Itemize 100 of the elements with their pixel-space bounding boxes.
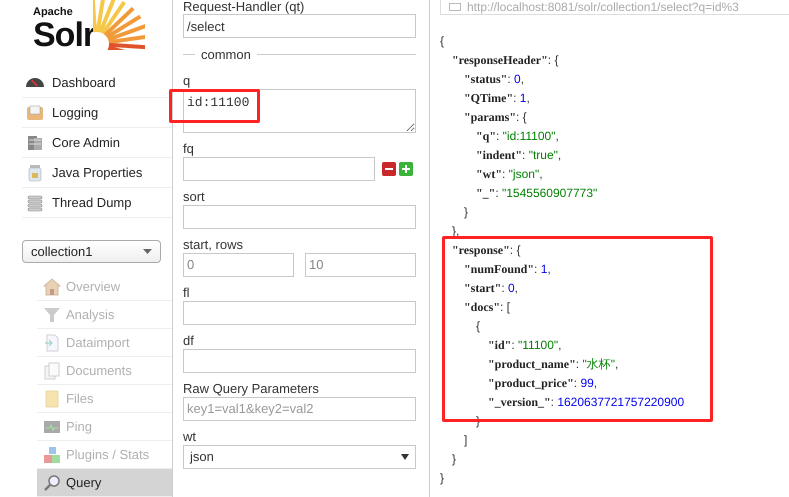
json-key: "_" (476, 184, 496, 202)
sunburst-logo-icon (93, 0, 146, 50)
search-icon (43, 474, 61, 492)
json-comma: , (526, 90, 530, 106)
json-key: "status" (464, 70, 508, 88)
nav-item[interactable]: Java Properties (22, 158, 172, 188)
json-colon: : (507, 70, 512, 88)
json-colon: : (500, 298, 504, 316)
number-input[interactable]: 10 (305, 252, 416, 276)
json-comma: , (558, 336, 562, 354)
json-bracket: ] (464, 432, 468, 448)
json-colon: : (495, 184, 500, 202)
json-bracket: { (516, 242, 520, 258)
json-colon: : (574, 374, 578, 392)
json-colon: : (516, 108, 520, 126)
json-value: "true" (528, 146, 558, 164)
add-icon[interactable] (399, 162, 413, 176)
document-arrow-icon (43, 334, 61, 352)
core-menu-item[interactable]: Query (37, 469, 172, 497)
json-bracket: { (522, 108, 527, 126)
json-key: "numFound" (464, 260, 534, 278)
text-input[interactable] (183, 204, 416, 228)
field-label: fq (183, 140, 195, 156)
json-value: "11100" (518, 336, 558, 354)
json-value: "1545560907773" (502, 184, 598, 202)
gauge-icon (26, 78, 44, 88)
json-value: 0 (508, 280, 515, 296)
field-label: wt (183, 428, 197, 444)
json-bracket: { (554, 52, 558, 68)
query-textarea[interactable]: id:11100 (183, 88, 416, 132)
json-value: 1 (540, 260, 548, 278)
json-comma: , (594, 374, 598, 392)
page-icon (449, 3, 461, 11)
text-input[interactable]: key1=val1&key2=val2 (183, 396, 416, 420)
number-input[interactable]: 0 (183, 252, 294, 276)
json-key: "indent" (476, 146, 522, 164)
json-key: "wt" (476, 164, 502, 182)
nav-item[interactable]: Dashboard (22, 68, 172, 98)
documents-icon (43, 362, 61, 380)
folder-icon (43, 390, 61, 408)
field-label: Request-Handler (qt) (183, 0, 306, 14)
json-value: "id:11100" (502, 128, 556, 144)
handler-input[interactable]: /select (183, 14, 416, 38)
stack-icon (26, 194, 44, 212)
field-label: fl (183, 284, 190, 300)
json-bracket: { (476, 318, 480, 334)
text-input[interactable] (183, 348, 416, 372)
text-input[interactable] (183, 300, 416, 324)
field-label: sort (183, 188, 206, 204)
json-bracket: } (452, 450, 456, 468)
format-select[interactable]: json (183, 444, 416, 468)
field-label: Raw Query Parameters (183, 380, 320, 396)
json-bracket: [ (506, 298, 510, 316)
json-colon: : (534, 260, 538, 278)
field-label: start, rows (183, 236, 244, 252)
nav-item[interactable]: Core Admin (22, 128, 172, 158)
json-value: 1 (520, 90, 526, 106)
funnel-icon (43, 306, 61, 324)
json-key: "_version_" (488, 392, 551, 410)
json-colon: : (522, 146, 526, 164)
blocks-icon (43, 446, 61, 464)
json-key: "docs" (464, 298, 500, 316)
field-label: q (183, 72, 192, 88)
remove-icon[interactable] (382, 162, 396, 176)
json-bracket: { (440, 32, 444, 50)
json-colon: : (548, 52, 552, 68)
json-colon: : (510, 242, 514, 258)
json-key: "params" (464, 108, 516, 126)
server-stack-icon (26, 134, 44, 152)
json-colon: : (511, 336, 516, 354)
json-key: "responseHeader" (452, 50, 548, 68)
json-bracket: } (440, 470, 444, 486)
json-colon: : (496, 128, 500, 144)
json-key: "q" (476, 126, 496, 144)
field-label: df (183, 332, 195, 348)
json-value: "json" (508, 166, 540, 182)
json-colon: : (501, 280, 506, 296)
json-colon: : (513, 90, 518, 106)
json-comma: , (514, 280, 518, 296)
json-key: "QTime" (464, 88, 514, 106)
json-key: "product_price" (488, 374, 574, 392)
core-selector[interactable]: collection1 (22, 240, 161, 263)
json-key: "product_name" (488, 354, 576, 372)
json-value: 99 (580, 374, 594, 392)
json-colon: : (502, 166, 506, 182)
filter-input[interactable] (183, 156, 375, 180)
section-legend: common (201, 45, 251, 64)
logo-subtitle: Apache (33, 6, 74, 18)
dropdown-arrow-icon (401, 454, 409, 460)
json-value: 1620637721757220900 (557, 394, 684, 410)
json-value: 0 (514, 70, 521, 88)
nav-item[interactable]: Logging (22, 98, 172, 128)
json-value: "水杯" (582, 356, 615, 372)
json-comma: , (614, 356, 618, 372)
nav-item[interactable]: Thread Dump (22, 188, 172, 218)
json-comma: , (520, 70, 524, 88)
json-key: "response" (452, 240, 510, 258)
json-comma: , (558, 146, 562, 164)
dropdown-arrow-icon (143, 249, 152, 254)
house-icon (43, 278, 61, 296)
